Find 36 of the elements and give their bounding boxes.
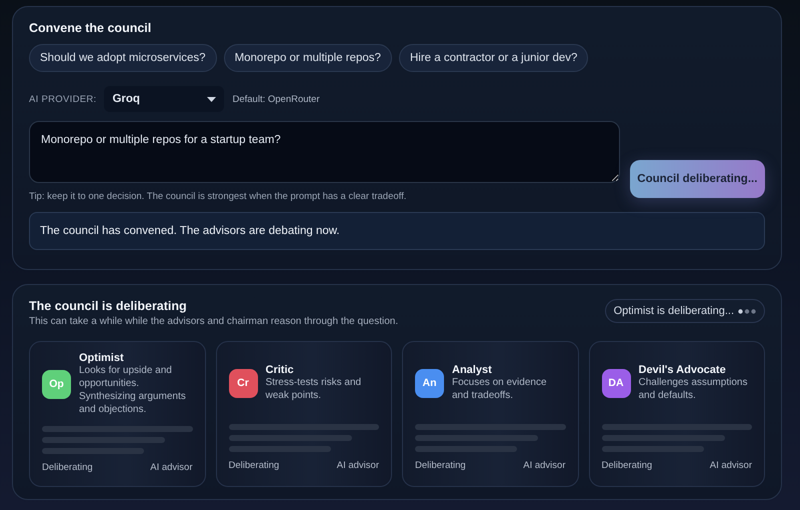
suggestion-chip[interactable]: Monorepo or multiple repos? [224,44,392,72]
advisor-state: Deliberating [42,462,93,473]
advisor-state: Deliberating [602,460,652,471]
panel-title: The council is deliberating [29,299,188,313]
suggestion-chip[interactable]: Should we adopt microservices? [29,44,217,72]
advisor-role: AI advisor [336,460,379,471]
advisor-name: Analyst [452,364,493,376]
advisor-name: Critic [266,364,295,376]
advisor-name: Devil's Advocate [638,364,727,376]
panel-subtitle: This can take a while while the advisors and chairman reason through the question. [29,316,398,327]
advisor-avatar: An [415,368,444,398]
provider-dropdown[interactable]: Groq [104,86,224,112]
advisor-state: Deliberating [415,460,466,471]
caret-icon [207,96,216,102]
tip-text: Tip: keep it to one decision. The council is strongest when the prompt has a clear tradeoff. [29,191,408,202]
advisor-role: AI advisor [523,460,566,471]
progress-text: Optimist is deliberating... [614,305,734,317]
advisor-name: Optimist [79,352,125,364]
advisor-role: AI advisor [150,462,192,473]
advisor-role: AI advisor [710,460,752,471]
advisor-avatar: Cr [228,368,258,398]
advisor-activity: Synthesizing arguments and objections. [79,390,187,416]
advisor-description: Stress-tests risks and weak points. [266,376,362,402]
advisor-avatar: Op [42,370,71,398]
advisor-description: Challenges assumptions and defaults. [638,376,748,402]
advisor-description: Looks for upside and opportunities. [79,364,173,390]
provider-label: AI PROVIDER: [29,94,96,104]
provider-hint: Default: OpenRouter [232,94,320,104]
advisor-description: Focuses on evidence and tradeoffs. [452,376,548,402]
advisor-avatar: DA [602,368,630,398]
typing-dots-icon [738,308,756,314]
panel-title: Convene the council [29,21,152,35]
status-message: The council has convened. The advisors are debating now. [29,212,765,250]
advisor-state: Deliberating [228,460,280,471]
suggestion-chip[interactable]: Hire a contractor or a junior dev? [398,44,588,72]
prompt-field[interactable]: Monorepo or multiple repos for a startup team? [29,121,620,183]
